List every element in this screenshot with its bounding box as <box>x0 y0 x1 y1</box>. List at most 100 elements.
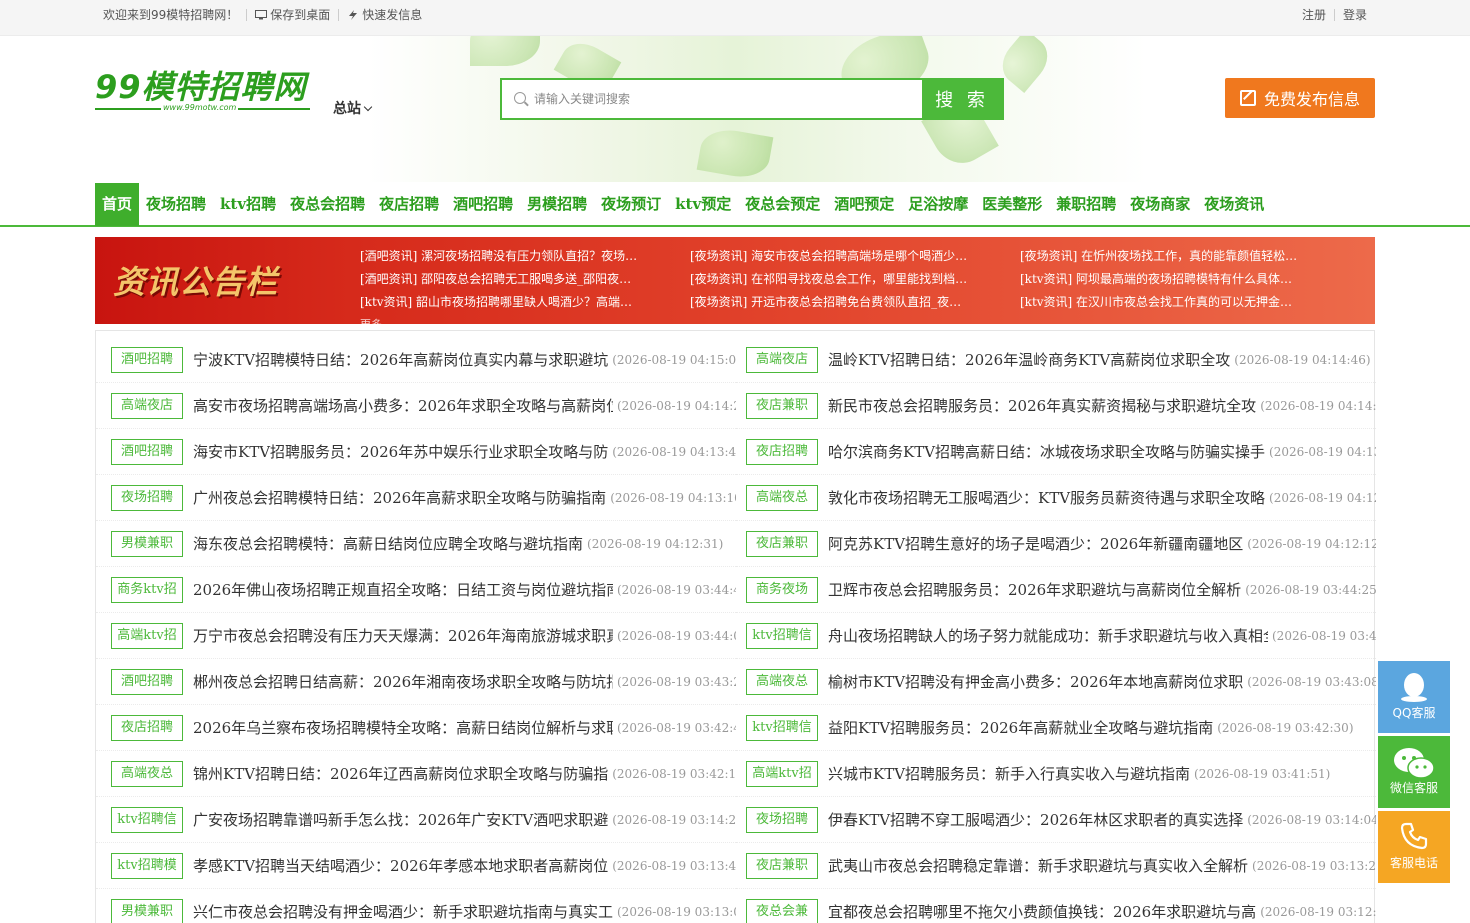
search-input[interactable] <box>534 80 922 118</box>
article-title[interactable]: 孝感KTV招聘当天结喝酒少：2026年孝感本地求职者高薪岗位 <box>193 855 608 876</box>
list-item[interactable]: 高端夜总 榆树市KTV招聘没有押金高小费多：2026年本地高薪岗位求职 (2026-… <box>736 659 1376 705</box>
notice-link[interactable]: [ktv资讯] 阿坝最高端的夜场招聘模特有什么具体… <box>1020 268 1350 291</box>
list-item[interactable]: 男模兼职 海东夜总会招聘模特：高薪日结岗位应聘全攻略与避坑指南 (2026-08-1… <box>96 521 736 567</box>
list-item[interactable]: 高端夜总 敦化市夜场招聘无工服喝酒少：KTV服务员薪资待遇与求职全攻略 (2026-… <box>736 475 1376 521</box>
notice-link[interactable]: [夜场资讯] 在忻州夜场找工作，真的能靠颜值轻松… <box>1020 245 1350 268</box>
category-tag[interactable]: 高端夜总 <box>746 668 818 695</box>
category-tag[interactable]: ktv招聘模 <box>111 852 183 879</box>
article-title[interactable]: 海安市KTV招聘服务员：2026年苏中娱乐行业求职全攻略与防 <box>193 441 608 462</box>
article-title[interactable]: 锦州KTV招聘日结：2026年辽西高薪岗位求职全攻略与防骗指 <box>193 763 608 784</box>
article-title[interactable]: 武夷山市夜总会招聘稳定靠谱：新手求职避坑与真实收入全解析 <box>828 855 1248 876</box>
article-title[interactable]: 兴城市KTV招聘服务员：新手入行真实收入与避坑指南 <box>828 763 1190 784</box>
station-selector[interactable]: 总站 <box>333 98 373 118</box>
category-tag[interactable]: 夜店招聘 <box>746 438 818 465</box>
category-tag[interactable]: 酒吧招聘 <box>111 668 183 695</box>
list-item[interactable]: 商务ktv招 2026年佛山夜场招聘正规直招全攻略：日结工资与岗位避坑指南 (202… <box>96 567 736 613</box>
article-title[interactable]: 哈尔滨商务KTV招聘高薪日结：冰城夜场求职全攻略与防骗实操手 <box>828 441 1265 462</box>
nav-item[interactable]: 夜店招聘 <box>372 183 446 226</box>
nav-item[interactable]: 酒吧招聘 <box>446 183 520 226</box>
list-item[interactable]: 夜店招聘 2026年乌兰察布夜场招聘模特全攻略：高薪日结岗位解析与求职 (2026-… <box>96 705 736 751</box>
quick-post-link[interactable]: 快速发信息 <box>347 0 422 30</box>
nav-item[interactable]: 夜场预订 <box>594 183 668 226</box>
notice-link[interactable]: [ktv资讯] 韶山市夜场招聘哪里缺人喝酒少？高端… <box>360 291 690 314</box>
nav-item[interactable]: 兼职招聘 <box>1049 183 1123 226</box>
nav-item[interactable]: 酒吧预定 <box>827 183 901 226</box>
list-item[interactable]: 高端夜店 温岭KTV招聘日结：2026年温岭商务KTV高薪岗位求职全攻 (2026-… <box>736 337 1376 383</box>
nav-item[interactable]: 夜场资讯 <box>1197 183 1271 226</box>
list-item[interactable]: 夜店兼职 阿克苏KTV招聘生意好的场子是喝酒少：2026年新疆南疆地区 (2026-… <box>736 521 1376 567</box>
category-tag[interactable]: 商务夜场 <box>746 576 818 603</box>
nav-item[interactable]: 夜总会招聘 <box>283 183 372 226</box>
notice-link[interactable]: [夜场资讯] 在祁阳寻找夜总会工作，哪里能找到档… <box>690 268 1020 291</box>
article-title[interactable]: 兴仁市夜总会招聘没有押金喝酒少：新手求职避坑指南与真实工作体 <box>193 901 613 922</box>
notice-link[interactable]: [酒吧资讯] 漯河夜场招聘没有压力领队直招？夜场… <box>360 245 690 268</box>
article-title[interactable]: 新民市夜总会招聘服务员：2026年真实薪资揭秘与求职避坑全攻 <box>828 395 1256 416</box>
category-tag[interactable]: 高端夜店 <box>111 392 183 419</box>
article-title[interactable]: 益阳KTV招聘服务员：2026年高薪就业全攻略与避坑指南 <box>828 717 1213 738</box>
list-item[interactable]: 高端夜总 锦州KTV招聘日结：2026年辽西高薪岗位求职全攻略与防骗指 (2026-… <box>96 751 736 797</box>
list-item[interactable]: ktv招聘模 孝感KTV招聘当天结喝酒少：2026年孝感本地求职者高薪岗位 (202… <box>96 843 736 889</box>
nav-item[interactable]: 男模招聘 <box>520 183 594 226</box>
save-desktop-link[interactable]: 保存到桌面 <box>255 0 330 30</box>
list-item[interactable]: 夜场招聘 伊春KTV招聘不穿工服喝酒少：2026年林区求职者的真实选择 (2026-… <box>736 797 1376 843</box>
article-title[interactable]: 海东夜总会招聘模特：高薪日结岗位应聘全攻略与避坑指南 <box>193 533 583 554</box>
article-title[interactable]: 舟山夜场招聘缺人的场子努力就能成功：新手求职避坑与收入真相全 <box>828 625 1268 646</box>
article-title[interactable]: 伊春KTV招聘不穿工服喝酒少：2026年林区求职者的真实选择 <box>828 809 1243 830</box>
article-title[interactable]: 广安夜场招聘靠谱吗新手怎么找：2026年广安KTV酒吧求职避 <box>193 809 608 830</box>
list-item[interactable]: 男模兼职 兴仁市夜总会招聘没有押金喝酒少：新手求职避坑指南与真实工作体 (2026-… <box>96 889 736 923</box>
list-item[interactable]: 夜店兼职 新民市夜总会招聘服务员：2026年真实薪资揭秘与求职避坑全攻 (2026-… <box>736 383 1376 429</box>
list-item[interactable]: 夜场招聘 广州夜总会招聘模特日结：2026年高薪求职全攻略与防骗指南 (2026-0… <box>96 475 736 521</box>
category-tag[interactable]: 高端夜总 <box>111 760 183 787</box>
article-title[interactable]: 2026年佛山夜场招聘正规直招全攻略：日结工资与岗位避坑指南 <box>193 579 613 600</box>
list-item[interactable]: 夜店招聘 哈尔滨商务KTV招聘高薪日结：冰城夜场求职全攻略与防骗实操手 (2026-… <box>736 429 1376 475</box>
category-tag[interactable]: 男模兼职 <box>111 530 183 557</box>
category-tag[interactable]: 高端ktv招 <box>111 622 183 649</box>
category-tag[interactable]: 高端ktv招 <box>746 760 818 787</box>
list-item[interactable]: 夜总会兼 宜都夜总会招聘哪里不拖欠小费颜值换钱：2026年求职避坑与高 (2026-… <box>736 889 1376 923</box>
article-title[interactable]: 宜都夜总会招聘哪里不拖欠小费颜值换钱：2026年求职避坑与高 <box>828 901 1256 922</box>
category-tag[interactable]: ktv招聘信 <box>111 806 183 833</box>
article-title[interactable]: 郴州夜总会招聘日结高薪：2026年湘南夜场求职全攻略与防坑指 <box>193 671 613 692</box>
site-logo[interactable]: 99模特招聘网 www.99motw.com <box>95 68 310 116</box>
list-item[interactable]: ktv招聘信 舟山夜场招聘缺人的场子努力就能成功：新手求职避坑与收入真相全 (202… <box>736 613 1376 659</box>
list-item[interactable]: 酒吧招聘 海安市KTV招聘服务员：2026年苏中娱乐行业求职全攻略与防 (2026-… <box>96 429 736 475</box>
notice-link[interactable]: [夜场资讯] 海安市夜总会招聘高端场是哪个喝酒少… <box>690 245 1020 268</box>
list-item[interactable]: 商务夜场 卫辉市夜总会招聘服务员：2026年求职避坑与高薪岗位全解析 (2026-0… <box>736 567 1376 613</box>
notice-link[interactable]: [酒吧资讯] 邵阳夜总会招聘无工服喝多送_邵阳夜… <box>360 268 690 291</box>
nav-item[interactable]: 医美整形 <box>975 183 1049 226</box>
category-tag[interactable]: ktv招聘信 <box>746 622 818 649</box>
article-title[interactable]: 广州夜总会招聘模特日结：2026年高薪求职全攻略与防骗指南 <box>193 487 606 508</box>
article-title[interactable]: 2026年乌兰察布夜场招聘模特全攻略：高薪日结岗位解析与求职 <box>193 717 613 738</box>
list-item[interactable]: 高端ktv招 兴城市KTV招聘服务员：新手入行真实收入与避坑指南 (2026-08-… <box>736 751 1376 797</box>
article-title[interactable]: 阿克苏KTV招聘生意好的场子是喝酒少：2026年新疆南疆地区 <box>828 533 1243 554</box>
article-title[interactable]: 宁波KTV招聘模特日结：2026年高薪岗位真实内幕与求职避坑 <box>193 349 608 370</box>
category-tag[interactable]: 男模兼职 <box>111 898 183 923</box>
nav-item[interactable]: 夜场招聘 <box>139 183 213 226</box>
list-item[interactable]: 酒吧招聘 郴州夜总会招聘日结高薪：2026年湘南夜场求职全攻略与防坑指 (2026-… <box>96 659 736 705</box>
category-tag[interactable]: 夜店兼职 <box>746 530 818 557</box>
category-tag[interactable]: 酒吧招聘 <box>111 438 183 465</box>
phone-service-button[interactable]: 客服电话 <box>1378 811 1450 883</box>
list-item[interactable]: 酒吧招聘 宁波KTV招聘模特日结：2026年高薪岗位真实内幕与求职避坑 (2026-… <box>96 337 736 383</box>
category-tag[interactable]: 酒吧招聘 <box>111 346 183 373</box>
notice-link[interactable]: [ktv资讯] 在汉川市夜总会找工作真的可以无押金… <box>1020 291 1350 314</box>
category-tag[interactable]: 夜总会兼 <box>746 898 818 923</box>
publish-button[interactable]: 免费发布信息 <box>1225 78 1375 118</box>
article-title[interactable]: 温岭KTV招聘日结：2026年温岭商务KTV高薪岗位求职全攻 <box>828 349 1230 370</box>
qq-service-button[interactable]: QQ客服 <box>1378 661 1450 733</box>
category-tag[interactable]: 夜店兼职 <box>746 392 818 419</box>
category-tag[interactable]: 夜场招聘 <box>111 484 183 511</box>
list-item[interactable]: 夜店兼职 武夷山市夜总会招聘稳定靠谱：新手求职避坑与真实收入全解析 (2026-08… <box>736 843 1376 889</box>
article-title[interactable]: 卫辉市夜总会招聘服务员：2026年求职避坑与高薪岗位全解析 <box>828 579 1241 600</box>
category-tag[interactable]: 夜店兼职 <box>746 852 818 879</box>
nav-item[interactable]: ktv预定 <box>668 183 738 226</box>
nav-item[interactable]: 足浴按摩 <box>901 183 975 226</box>
category-tag[interactable]: 高端夜总 <box>746 484 818 511</box>
article-title[interactable]: 高安市夜场招聘高端场高小费多：2026年求职全攻略与高薪岗位 <box>193 395 613 416</box>
nav-item[interactable]: 夜总会预定 <box>738 183 827 226</box>
category-tag[interactable]: ktv招聘信 <box>746 714 818 741</box>
search-button[interactable]: 搜 索 <box>922 80 1002 118</box>
list-item[interactable]: ktv招聘信 广安夜场招聘靠谱吗新手怎么找：2026年广安KTV酒吧求职避 (202… <box>96 797 736 843</box>
nav-item[interactable]: 夜场商家 <box>1123 183 1197 226</box>
list-item[interactable]: 高端夜店 高安市夜场招聘高端场高小费多：2026年求职全攻略与高薪岗位 (2026-… <box>96 383 736 429</box>
